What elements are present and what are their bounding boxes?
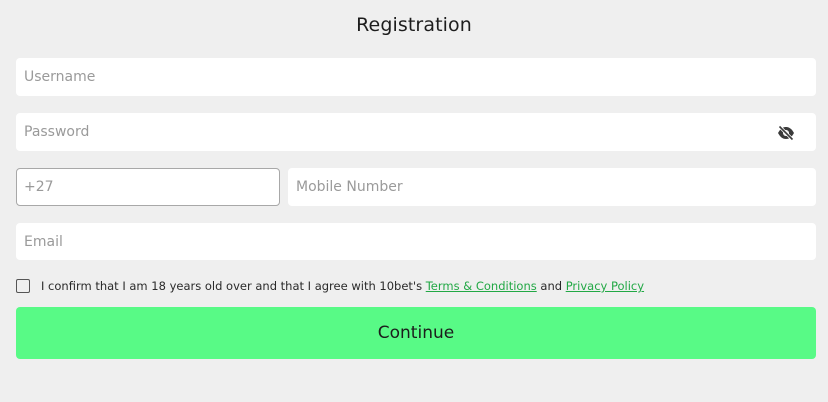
- mobile-number-input[interactable]: [289, 169, 815, 205]
- country-code-field[interactable]: [16, 168, 280, 206]
- country-code-input[interactable]: [17, 169, 279, 205]
- password-field[interactable]: [16, 113, 816, 151]
- page-title: Registration: [356, 14, 472, 36]
- email-field[interactable]: [16, 223, 816, 260]
- age-consent-row: I confirm that I am 18 years old over an…: [16, 278, 644, 294]
- continue-button[interactable]: Continue: [16, 307, 816, 359]
- email-input[interactable]: [17, 224, 815, 259]
- password-input[interactable]: [17, 114, 815, 150]
- username-input[interactable]: [17, 59, 815, 95]
- eye-slash-icon[interactable]: [777, 125, 795, 141]
- registration-page: Registration I confirm that I am 18 year…: [0, 0, 828, 402]
- consent-and-text: and: [540, 279, 563, 293]
- terms-conditions-link[interactable]: Terms & Conditions: [426, 279, 537, 293]
- consent-text: I confirm that I am 18 years old over an…: [41, 279, 423, 293]
- age-consent-checkbox[interactable]: [16, 279, 30, 293]
- privacy-policy-link[interactable]: Privacy Policy: [566, 279, 644, 293]
- username-field[interactable]: [16, 58, 816, 96]
- mobile-number-field[interactable]: [288, 168, 816, 206]
